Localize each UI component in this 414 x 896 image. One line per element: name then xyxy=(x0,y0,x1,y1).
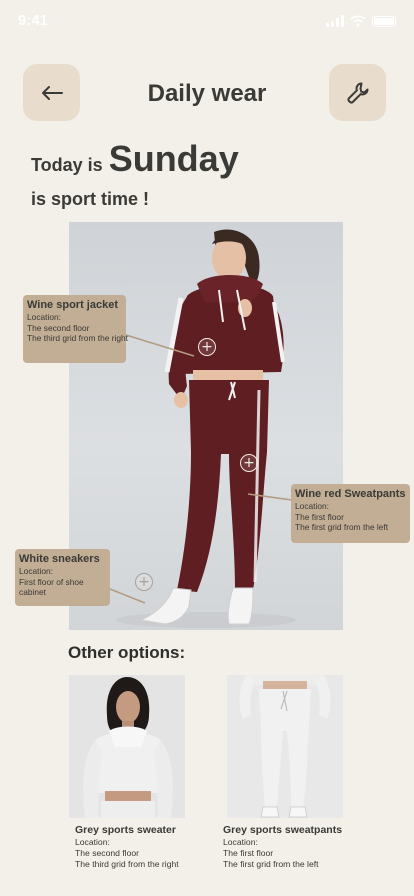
tag-name: White sneakers xyxy=(19,553,100,565)
wifi-icon xyxy=(350,15,366,27)
option-line: The second floor xyxy=(75,848,140,858)
today-prefix: Today is xyxy=(31,155,103,175)
battery-icon xyxy=(372,16,396,27)
option-name: Grey sports sweater xyxy=(75,824,176,836)
tag-line: Location: xyxy=(295,501,329,511)
status-time: 9:41 xyxy=(18,12,49,29)
option-name: Grey sports sweatpants xyxy=(223,824,343,836)
hotspot-jacket[interactable]: + xyxy=(198,338,216,356)
option-line: The third grid from the right xyxy=(75,859,179,869)
tag-line: The second floor xyxy=(27,322,90,333)
model-figure xyxy=(116,229,296,628)
tag-line: The first floor xyxy=(295,511,344,522)
status-icons xyxy=(326,15,396,27)
option-grey-sweatpants-photo[interactable] xyxy=(227,675,343,818)
option-grey-sweater-photo[interactable] xyxy=(69,675,185,818)
grey-sweater-figure xyxy=(69,675,185,818)
option-line: The first grid from the left xyxy=(223,859,319,869)
settings-tool-button[interactable] xyxy=(329,64,386,121)
wrench-icon xyxy=(346,82,368,104)
tag-white-sneakers[interactable]: White sneakers Location: First floor of … xyxy=(15,549,110,606)
tag-line: The third grid from the right xyxy=(27,333,129,343)
option-line: Location: xyxy=(75,837,110,847)
tag-wine-red-sweatpants[interactable]: Wine red Sweatpants Location: The first … xyxy=(291,484,410,543)
hotspot-sneakers[interactable]: + xyxy=(135,573,153,591)
other-options-title: Other options: xyxy=(68,643,186,662)
plus-icon: + xyxy=(138,574,150,590)
option-line: The first floor xyxy=(223,848,274,858)
tag-line: Location: xyxy=(19,566,53,576)
tag-wine-sport-jacket[interactable]: Wine sport jacket Location: The second f… xyxy=(23,295,129,363)
tag-name: Wine sport jacket xyxy=(27,299,118,311)
hotspot-sweatpants[interactable]: + xyxy=(240,454,258,472)
today-day: Sunday xyxy=(108,138,239,179)
outfit-photo xyxy=(69,222,343,630)
tag-line: The first grid from the left xyxy=(295,522,389,532)
today-line: Today is Sunday xyxy=(31,138,239,180)
grey-sweatpants-figure xyxy=(227,675,343,818)
plus-icon: + xyxy=(243,455,255,471)
tag-line: Location: xyxy=(27,312,61,322)
option-line: Location: xyxy=(223,837,258,847)
sport-subtitle: is sport time ! xyxy=(31,189,150,209)
plus-icon: + xyxy=(201,339,213,355)
tag-line: cabinet xyxy=(19,587,47,597)
tag-line: First floor of shoe xyxy=(19,576,84,587)
signal-icon xyxy=(326,15,344,27)
tag-name: Wine red Sweatpants xyxy=(295,488,406,500)
status-bar: 9:41 xyxy=(0,0,414,44)
